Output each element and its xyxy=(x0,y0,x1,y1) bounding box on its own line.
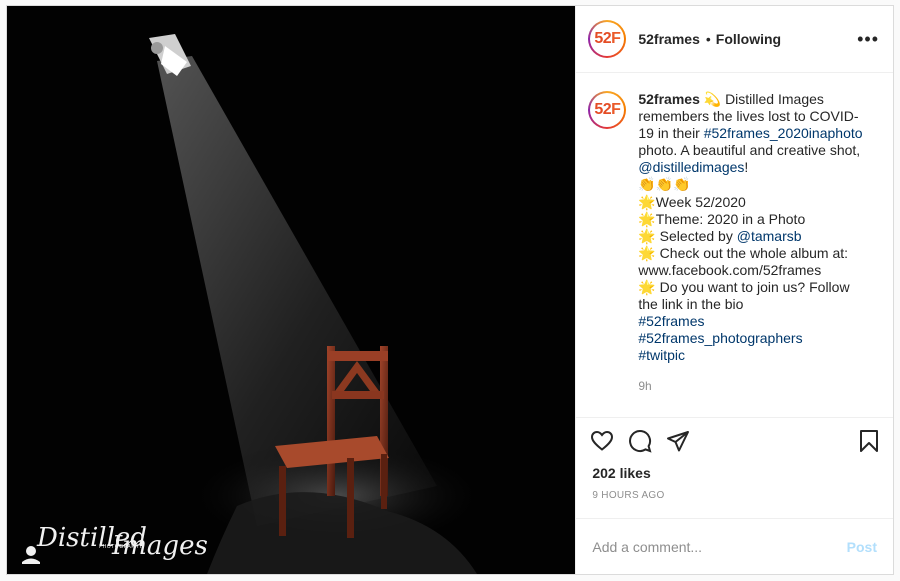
week-line: 🌟Week 52/2020 xyxy=(638,193,746,210)
join-line: 🌟 Do you want to join us? Follow the lin… xyxy=(638,279,850,313)
theme-line: 🌟Theme: 2020 in a Photo xyxy=(638,210,806,227)
paper-plane-icon[interactable] xyxy=(666,429,690,453)
album-line: 🌟 Check out the whole album at: www.face… xyxy=(638,244,849,278)
avatar-text-f: F xyxy=(611,30,621,47)
mention-link-selector[interactable]: @tamarsb xyxy=(737,228,802,244)
comment-bubble-icon[interactable] xyxy=(628,429,652,453)
hashtag-link[interactable]: #twitpic xyxy=(638,347,870,364)
more-options-icon[interactable]: ••• xyxy=(857,30,879,48)
caption-timestamp[interactable]: 9h xyxy=(638,378,870,395)
username-link[interactable]: 52frames xyxy=(638,31,700,47)
clap-line: 👏👏👏 xyxy=(638,176,691,193)
action-bar xyxy=(576,417,893,463)
caption-mid-end: ! xyxy=(744,159,749,176)
avatar-logo: 52 F xyxy=(590,22,625,56)
caption-username[interactable]: 52frames xyxy=(638,91,700,107)
photo-scene: Distilled Images PHOTOGRAPHY xyxy=(7,6,576,574)
hashtag-link[interactable]: #52frames_photographers xyxy=(638,330,870,347)
avatar[interactable]: 52 F xyxy=(588,20,627,58)
caption-avatar-text-f: F xyxy=(611,101,621,118)
following-button[interactable]: Following xyxy=(716,31,781,47)
caption-mid: photo. A beautiful and creative shot, xyxy=(638,142,861,159)
likes-count[interactable]: 202 likes xyxy=(576,463,893,481)
heart-icon[interactable] xyxy=(590,429,614,453)
post-header: 52 F 52frames • Following ••• xyxy=(576,6,893,73)
post-side-panel: 52 F 52frames • Following ••• 52 F 52frame… xyxy=(575,6,893,574)
separator-dot: • xyxy=(705,31,711,47)
post-photo[interactable]: Distilled Images PHOTOGRAPHY xyxy=(7,6,576,574)
caption-text: 52frames 💫 Distilled Images remembers th… xyxy=(638,91,870,417)
caption-avatar-text: 52 xyxy=(594,101,612,118)
hashtag-link[interactable]: #52frames xyxy=(638,313,870,330)
instagram-post: Distilled Images PHOTOGRAPHY 52 F 52frame… xyxy=(6,5,894,575)
selected-line: 🌟 Selected by @tamarsb xyxy=(638,228,870,245)
caption-avatar-logo: 52 F xyxy=(590,93,625,127)
comment-input[interactable] xyxy=(592,538,847,555)
caption-avatar[interactable]: 52 F xyxy=(588,91,627,129)
caption-area: 52 F 52frames 💫 Distilled Images remember… xyxy=(576,73,893,417)
mention-link-author[interactable]: @distilledimages xyxy=(638,159,744,175)
selected-prefix: 🌟 Selected by xyxy=(638,227,737,244)
post-timestamp[interactable]: 9 HOURS AGO xyxy=(576,481,893,501)
post-comment-button[interactable]: Post xyxy=(847,539,877,555)
hashtag-link[interactable]: #52frames_2020inaphoto xyxy=(704,125,863,141)
comment-box: Post xyxy=(576,518,893,574)
avatar-text: 52 xyxy=(594,30,612,47)
svg-text:PHOTOGRAPHY: PHOTOGRAPHY xyxy=(99,544,143,550)
bookmark-icon[interactable] xyxy=(857,429,881,453)
